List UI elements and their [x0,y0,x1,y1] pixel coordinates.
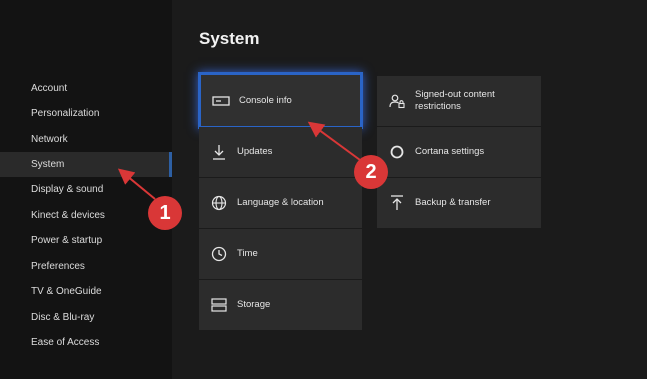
arrow-2 [307,121,361,161]
annotation-marker-1: 1 [148,196,182,230]
arrow-1 [117,168,156,200]
annotation-arrows [117,121,361,200]
annotation-marker-2: 2 [354,155,388,189]
